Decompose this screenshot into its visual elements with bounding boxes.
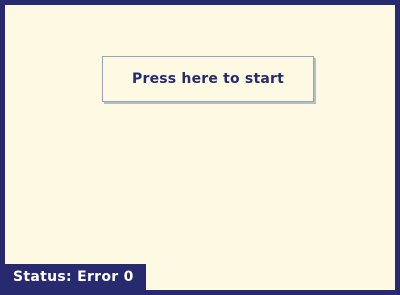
status-text: Status: Error 0 xyxy=(13,269,134,285)
start-button[interactable]: Press here to start xyxy=(102,56,314,102)
status-bar: Status: Error 0 xyxy=(5,264,146,290)
display-screen: Press here to start Status: Error 0 xyxy=(0,0,400,295)
